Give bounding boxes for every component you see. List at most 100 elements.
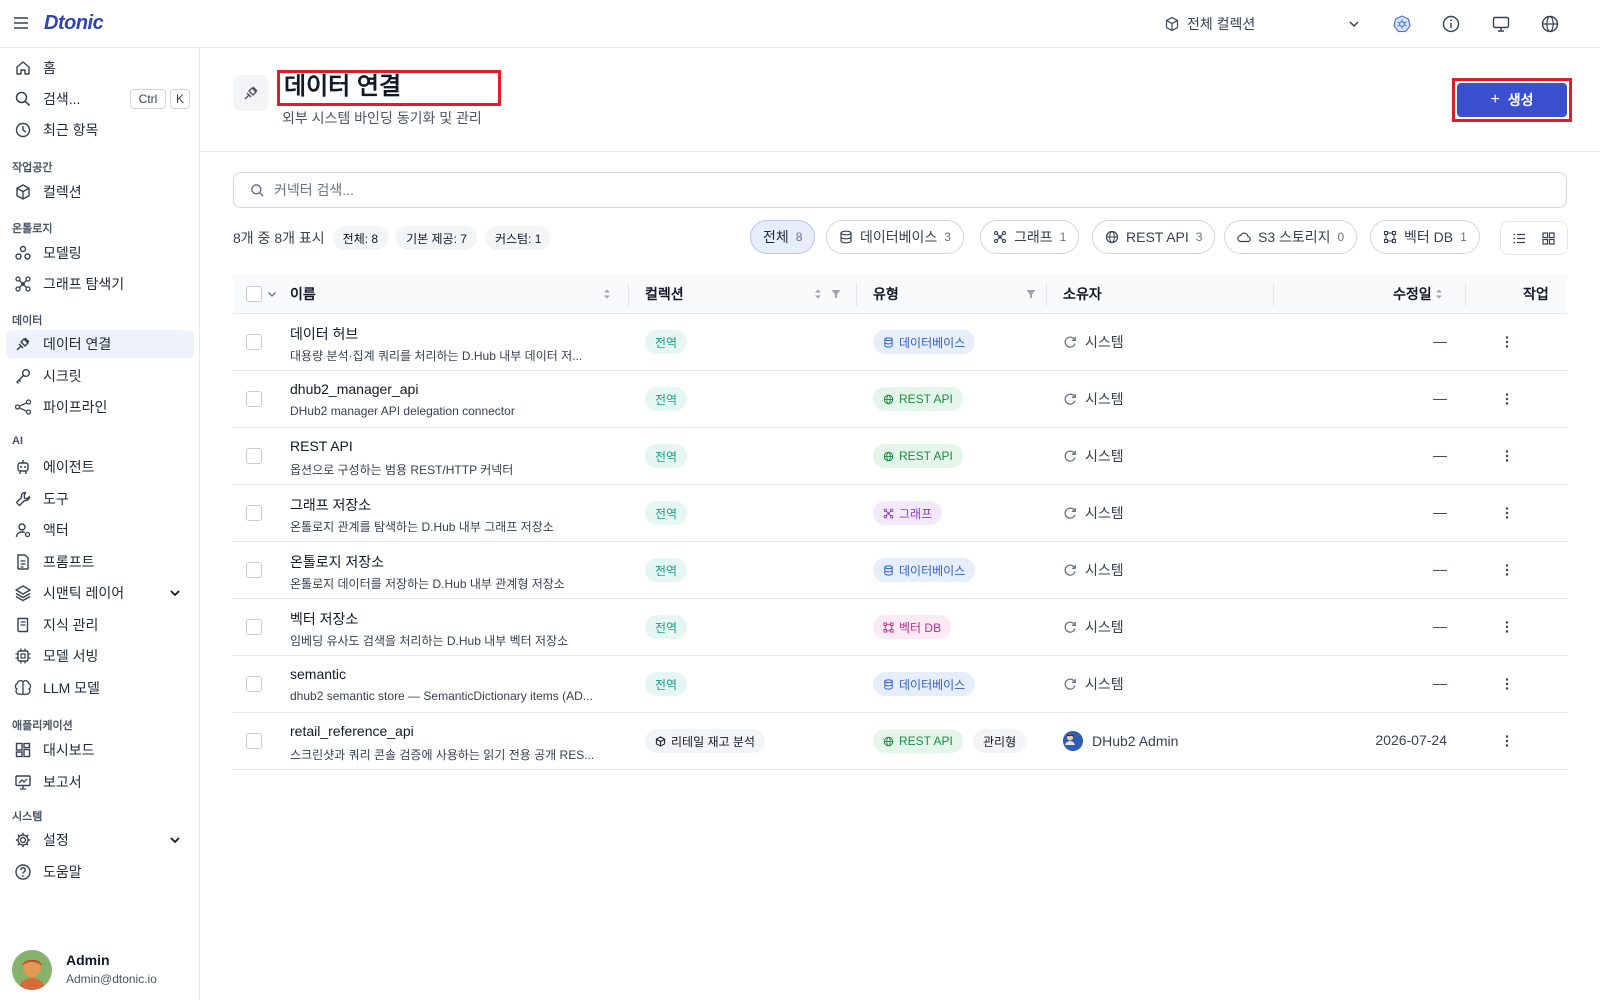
book-icon [17, 617, 29, 633]
sidebar-item-reports[interactable]: 보고서 [6, 768, 194, 796]
connector-name[interactable]: semantic [290, 666, 346, 682]
monitor-icon[interactable] [1491, 14, 1511, 34]
sort-icon[interactable] [1433, 288, 1445, 300]
row-checkbox[interactable] [246, 505, 262, 521]
filter-rest-api[interactable]: REST API 3 [1092, 220, 1216, 254]
type-badge: REST API [873, 387, 963, 411]
row-checkbox[interactable] [246, 391, 262, 407]
type-badge-label: 데이터베이스 [899, 335, 966, 350]
menu-icon[interactable] [12, 14, 30, 32]
sidebar-item-home[interactable]: 홈 [6, 54, 194, 82]
connector-description: 임베딩 유사도 검색을 처리하는 D.Hub 내부 벡터 저장소 [290, 634, 569, 648]
column-header-owner[interactable]: 소유자 [1063, 274, 1102, 314]
sidebar-item-graph-explorer[interactable]: 그래프 탐색기 [6, 270, 194, 298]
owner-name: 시스템 [1085, 448, 1124, 464]
select-all-control[interactable] [246, 274, 278, 314]
app-logo[interactable]: Dtonic [44, 12, 104, 35]
sidebar-item-label: 데이터 연결 [43, 336, 112, 352]
connector-name[interactable]: 벡터 저장소 [290, 609, 358, 629]
row-actions-button[interactable] [1499, 732, 1515, 750]
chevron-down-icon[interactable] [168, 586, 182, 600]
row-actions-button[interactable] [1499, 333, 1515, 351]
row-actions-button[interactable] [1499, 561, 1515, 579]
owner-avatar [1063, 731, 1083, 751]
create-button-body[interactable]: + 생성 [1457, 83, 1567, 117]
sidebar-item-actors[interactable]: 액터 [6, 516, 194, 544]
type-badge: 데이터베이스 [873, 558, 976, 582]
user-profile[interactable]: Admin Admin@dtonic.io [10, 948, 190, 992]
create-button[interactable]: + 생성 [1452, 78, 1572, 122]
row-checkbox[interactable] [246, 619, 262, 635]
row-checkbox[interactable] [246, 676, 262, 692]
connector-name[interactable]: dhub2_manager_api [290, 381, 418, 397]
sort-icon[interactable] [601, 288, 613, 300]
plus-icon: + [1490, 91, 1500, 108]
connector-name[interactable]: retail_reference_api [290, 723, 414, 739]
collection-selector[interactable]: 전체 컬렉션 [1164, 10, 1368, 38]
row-checkbox[interactable] [246, 562, 262, 578]
modified-date: — [1433, 618, 1447, 634]
grid-view-icon[interactable] [1541, 231, 1556, 246]
sort-icon[interactable] [812, 288, 824, 300]
table-row[interactable]: retail_reference_api 스크린샷과 쿼리 콘솔 검증에 사용하… [233, 713, 1567, 770]
sidebar-item-agents[interactable]: 에이전트 [6, 453, 194, 481]
kubernetes-icon[interactable] [1392, 14, 1412, 34]
sidebar-item-tools[interactable]: 도구 [6, 485, 194, 513]
connector-name[interactable]: REST API [290, 438, 353, 454]
top-bar: Dtonic 전체 컬렉션 [0, 0, 1600, 48]
select-all-checkbox[interactable] [246, 286, 262, 302]
sidebar-item-llm-models[interactable]: LLM 모델 [6, 674, 194, 702]
row-actions-button[interactable] [1499, 618, 1515, 636]
shortcut-key-k: K [170, 89, 190, 109]
table-row[interactable]: dhub2_manager_api DHub2 manager API dele… [233, 371, 1567, 428]
table-row[interactable]: 온톨로지 저장소 온톨로지 데이터를 저장하는 D.Hub 내부 관계형 저장소… [233, 542, 1567, 599]
globe-icon[interactable] [1540, 14, 1560, 34]
sidebar-item-model-serving[interactable]: 모델 서빙 [6, 642, 194, 670]
filter-all[interactable]: 전체 8 [750, 220, 816, 254]
chevron-down-icon[interactable] [168, 833, 182, 847]
table-row[interactable]: 그래프 저장소 온톨로지 관계를 탐색하는 D.Hub 내부 그래프 저장소 전… [233, 485, 1567, 542]
connector-name[interactable]: 온톨로지 저장소 [290, 552, 384, 572]
column-header-type[interactable]: 유형 [873, 274, 899, 314]
row-checkbox[interactable] [246, 733, 262, 749]
column-header-name[interactable]: 이름 [290, 274, 316, 314]
table-row[interactable]: 벡터 저장소 임베딩 유사도 검색을 처리하는 D.Hub 내부 벡터 저장소 … [233, 599, 1567, 656]
sidebar-item-pipelines[interactable]: 파이프라인 [6, 393, 194, 421]
sidebar-item-data-connections[interactable]: 데이터 연결 [6, 330, 194, 358]
filter-icon[interactable] [830, 288, 842, 300]
column-header-modified[interactable]: 수정일 [1393, 274, 1432, 314]
filter-database[interactable]: 데이터베이스 3 [826, 220, 964, 254]
sidebar-item-label: 도움말 [43, 864, 82, 880]
sidebar-item-collections[interactable]: 컬렉션 [6, 178, 194, 206]
sidebar-item-prompts[interactable]: 프롬프트 [6, 548, 194, 576]
row-actions-button[interactable] [1499, 504, 1515, 522]
filter-count: 8 [795, 230, 803, 244]
filter-vector-db[interactable]: 벡터 DB 1 [1370, 220, 1480, 254]
connector-search-input[interactable]: 커넥터 검색... [233, 172, 1567, 208]
row-actions-button[interactable] [1499, 390, 1515, 408]
filter-graph[interactable]: 그래프 1 [980, 220, 1080, 254]
filter-icon[interactable] [1025, 288, 1037, 300]
table-row[interactable]: 데이터 허브 대용량 분석·집계 쿼리를 처리하는 D.Hub 내부 데이터 저… [233, 314, 1567, 371]
list-view-icon[interactable] [1512, 231, 1527, 246]
row-checkbox[interactable] [246, 334, 262, 350]
chevron-down-icon[interactable] [266, 288, 278, 300]
column-header-collection[interactable]: 컬렉션 [645, 274, 684, 314]
sidebar-item-knowledge[interactable]: 지식 관리 [6, 611, 194, 639]
connector-name[interactable]: 그래프 저장소 [290, 495, 371, 515]
sidebar-item-help[interactable]: 도움말 [6, 858, 194, 886]
filter-s3-storage[interactable]: S3 스토리지 0 [1224, 220, 1358, 254]
row-actions-button[interactable] [1499, 447, 1515, 465]
sidebar-item-secrets[interactable]: 시크릿 [6, 362, 194, 390]
table-row[interactable]: REST API 옵션으로 구성하는 범용 REST/HTTP 커넥터 전역 R… [233, 428, 1567, 485]
row-actions-button[interactable] [1499, 675, 1515, 693]
sidebar-item-recent[interactable]: 최근 항목 [6, 116, 194, 144]
sidebar-item-dashboards[interactable]: 대시보드 [6, 736, 194, 764]
table-row[interactable]: semantic dhub2 semantic store — Semantic… [233, 656, 1567, 713]
connector-name[interactable]: 데이터 허브 [290, 324, 358, 344]
sidebar-item-search[interactable]: 검색... Ctrl K [6, 85, 194, 113]
sidebar-item-settings[interactable]: 설정 [6, 826, 194, 854]
sidebar-item-semantic-layer[interactable]: 시맨틱 레이어 [6, 579, 194, 607]
info-icon[interactable] [1441, 14, 1461, 34]
row-checkbox[interactable] [246, 448, 262, 464]
